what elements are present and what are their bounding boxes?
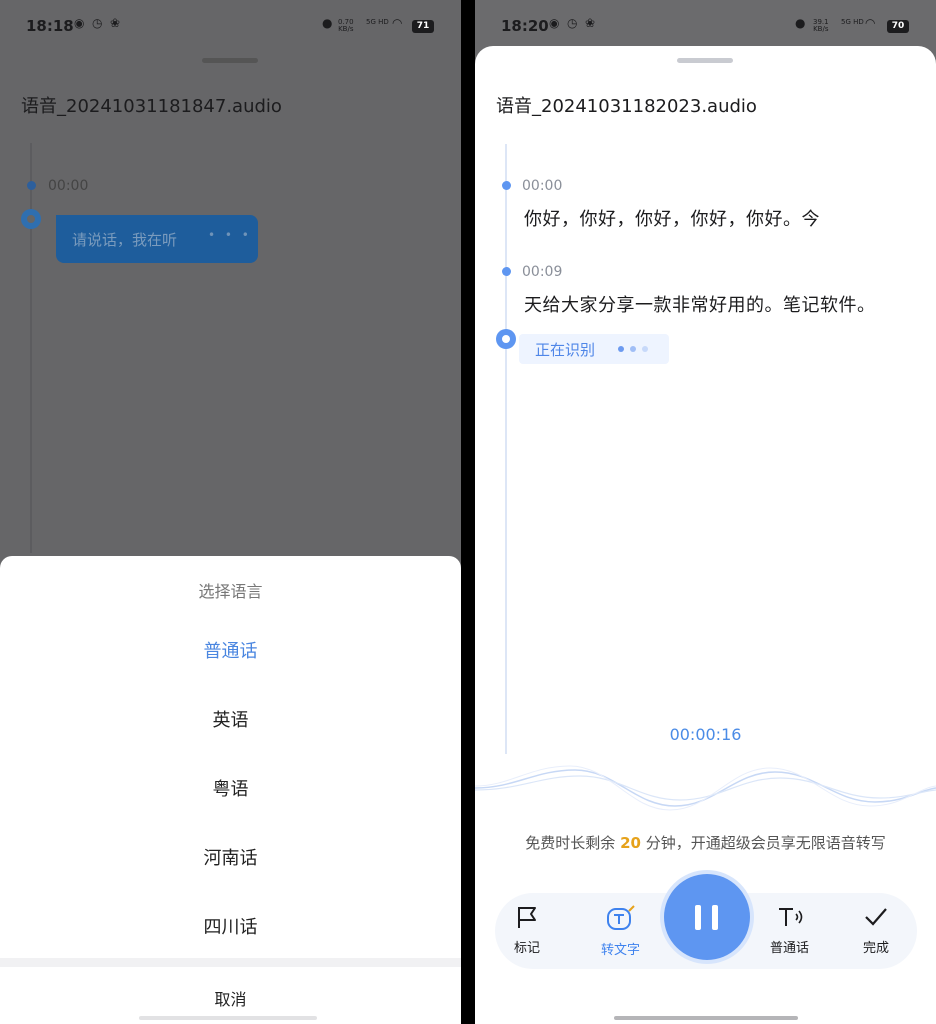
transcribe-label: 转文字 (601, 943, 641, 958)
timestamp: 00:00 (48, 178, 89, 194)
drag-handle[interactable] (677, 58, 733, 63)
timestamp: 00:00 (522, 178, 563, 194)
clock: 18:20 (501, 17, 549, 35)
alarm-icon: ◷ (92, 16, 103, 30)
voice-text-icon (778, 908, 802, 926)
wechat-icon: ❀ (110, 16, 121, 30)
transcript-line: 天给大家分享一款非常好用的。笔记软件。 (524, 295, 876, 316)
language-sheet: 选择语言 普通话 英语 粤语 河南话 四川话 取消 (0, 556, 461, 1024)
recognizing-chip: 正在识别 (519, 334, 669, 364)
notification-icon: ◉ (549, 16, 560, 30)
progress-dot (642, 346, 648, 352)
done-label: 完成 (863, 941, 890, 956)
transcribe-icon (606, 905, 635, 930)
right-screen: 18:20 ◉ ◷ ❀ ● 39.1 KB/s 5G HD ◠ 70 语音_202… (475, 0, 936, 1024)
notification-icon: ◉ (74, 16, 85, 30)
recording-card: 语音_20241031182023.audio 00:00 你好，你好，你好，你… (475, 46, 936, 1024)
battery-indicator: 70 (887, 20, 909, 33)
pause-button[interactable] (664, 874, 750, 960)
mark-button[interactable]: 标记 (514, 905, 540, 956)
drag-handle[interactable] (202, 58, 258, 63)
listening-dots: • • • (208, 228, 252, 242)
waveform (475, 765, 936, 811)
minutes-left: 20 (620, 834, 641, 852)
wifi-icon: ◠ (392, 16, 403, 30)
language-option-henan[interactable]: 河南话 (0, 844, 461, 870)
signal-label: 5G HD (841, 18, 864, 26)
language-option-sichuan[interactable]: 四川话 (0, 913, 461, 939)
status-bar: 18:18 ◉ ◷ ❀ ● 0.70 KB/s 5G HD ◠ 71 (0, 0, 461, 52)
recognizing-text: 正在识别 (535, 341, 596, 359)
timeline-dot (27, 181, 36, 190)
left-screen: 18:18 ◉ ◷ ❀ ● 0.70 KB/s 5G HD ◠ 71 语音_202… (0, 0, 461, 1024)
timestamp: 00:09 (522, 264, 563, 280)
home-indicator[interactable] (614, 1016, 798, 1020)
transcript-line: 你好，你好，你好，你好，你好。今 (524, 209, 820, 230)
recording-timer: 00:00:16 (669, 725, 742, 744)
pause-icon (695, 905, 701, 930)
net-speed: 0.70 KB/s (338, 18, 354, 33)
language-label: 普通话 (770, 941, 810, 956)
timeline-line (30, 143, 32, 553)
pause-icon (712, 905, 718, 930)
status-bar: 18:20 ◉ ◷ ❀ ● 39.1 KB/s 5G HD ◠ 70 (475, 0, 936, 52)
progress-dot (630, 346, 636, 352)
check-icon (865, 908, 887, 926)
language-button[interactable]: 普通话 (770, 905, 809, 956)
marker-center (27, 215, 35, 223)
clock: 18:18 (26, 17, 74, 35)
file-name: 语音_20241031181847.audio (21, 96, 282, 117)
language-option-english[interactable]: 英语 (0, 706, 461, 732)
net-speed: 39.1 KB/s (813, 18, 829, 33)
quota-notice[interactable]: 免费时长剩余 20 分钟，开通超级会员享无限语音转写 (475, 832, 936, 853)
mark-label: 标记 (514, 941, 541, 956)
mic-icon: ● (322, 16, 333, 30)
wechat-icon: ❀ (585, 16, 596, 30)
flag-icon (518, 907, 536, 928)
language-option-cantonese[interactable]: 粤语 (0, 775, 461, 801)
alarm-icon: ◷ (567, 16, 578, 30)
mic-icon: ● (795, 16, 806, 30)
cancel-button[interactable]: 取消 (0, 986, 461, 1010)
timeline-dot (502, 267, 511, 276)
marker-center (502, 335, 510, 343)
transcribe-button[interactable]: 转文字 (601, 905, 640, 958)
done-button[interactable]: 完成 (863, 905, 889, 956)
language-option-mandarin[interactable]: 普通话 (0, 637, 461, 663)
wifi-icon: ◠ (865, 16, 876, 30)
listening-bubble: 请说话，我在听 • • • (56, 215, 258, 263)
home-indicator[interactable] (139, 1016, 317, 1020)
timeline-dot (502, 181, 511, 190)
battery-indicator: 71 (412, 20, 434, 33)
listening-text: 请说话，我在听 (72, 231, 178, 249)
sheet-title: 选择语言 (198, 582, 263, 601)
divider (0, 958, 461, 967)
timeline-line (505, 144, 507, 754)
file-name: 语音_20241031182023.audio (496, 96, 757, 117)
signal-label: 5G HD (366, 18, 389, 26)
progress-dot (618, 346, 624, 352)
